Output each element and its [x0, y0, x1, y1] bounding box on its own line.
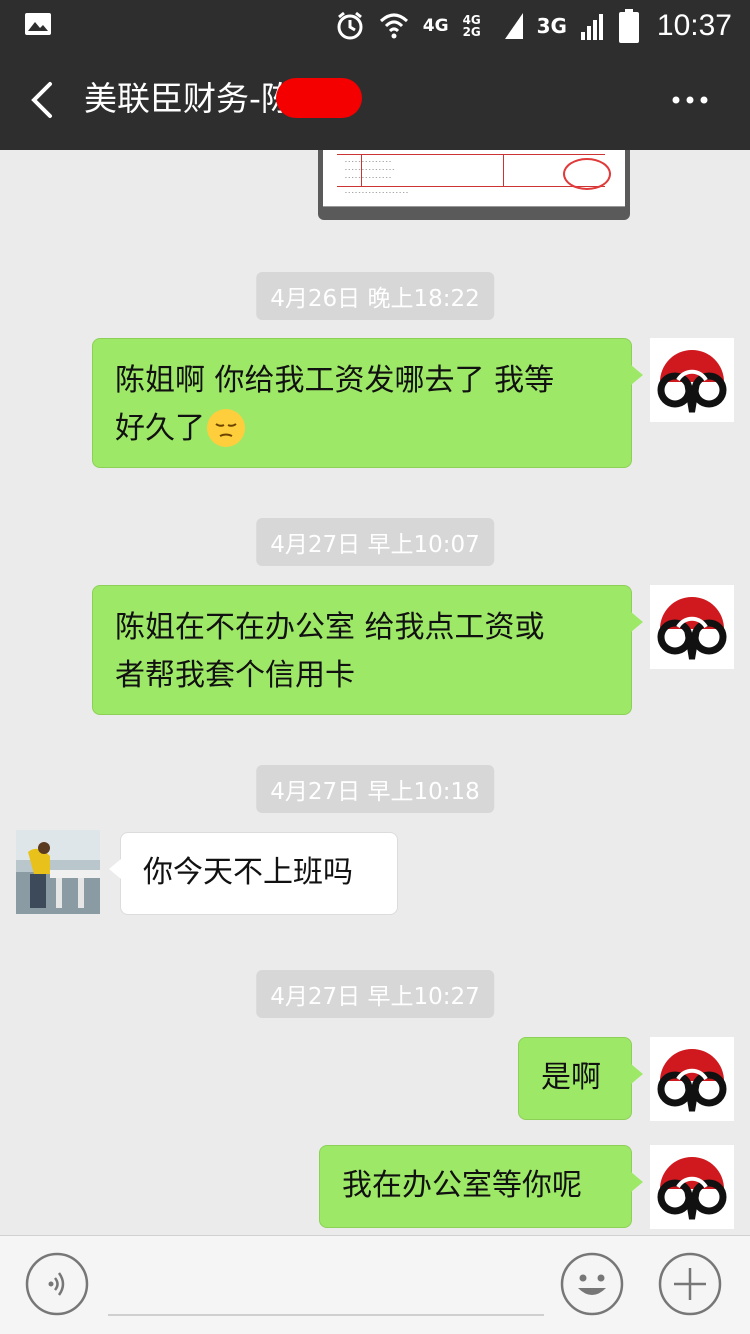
timestamp: 4月27日 早上10:27	[256, 970, 494, 1018]
status-bar: 4G 4G 2G 3G 10:37	[0, 0, 750, 50]
battery-icon	[618, 9, 639, 43]
invoice-stamp	[563, 158, 611, 190]
chat-title: 美联臣财务-陈	[84, 79, 294, 118]
signal-icon	[504, 13, 523, 39]
alarm-icon	[337, 11, 363, 40]
contact-photo	[16, 830, 100, 914]
avatar[interactable]	[650, 585, 734, 669]
message-list[interactable]: - - - - - - - - - - - - - - - - - - - - …	[0, 150, 750, 1235]
outgoing-message[interactable]: 陈姐在不在办公室 给我点工资或 者帮我套个信用卡	[92, 585, 643, 715]
pensive-face-icon	[207, 408, 245, 447]
timestamp: 4月27日 早上10:07	[256, 518, 494, 566]
avatar[interactable]	[650, 1145, 734, 1229]
more-icon[interactable]	[670, 90, 710, 110]
message-input[interactable]	[108, 1314, 544, 1316]
message-line: 好久了	[115, 411, 205, 446]
image-message[interactable]: - - - - - - - - - - - - - - - - - - - - …	[318, 150, 630, 220]
company-logo-icon	[657, 1049, 727, 1112]
message-line-with-emoji: 好久了	[115, 405, 609, 453]
voice-input-icon[interactable]	[25, 1252, 89, 1316]
message-line: 陈姐在不在办公室 给我点工资或	[115, 610, 545, 645]
company-logo-icon	[657, 1157, 727, 1220]
outgoing-message[interactable]: 陈姐啊 你给我工资发哪去了 我等 好久了	[92, 338, 643, 468]
gallery-notification-icon	[25, 13, 51, 35]
wifi-icon	[379, 13, 408, 39]
message-line: 者帮我套个信用卡	[115, 658, 355, 693]
network-type-2: 4G 2G	[462, 13, 481, 39]
invoice-image: - - - - - - - - - - - - - - - - - - - - …	[323, 150, 625, 207]
company-logo-icon	[657, 350, 727, 413]
chat-header: 美联臣财务-陈	[0, 50, 750, 150]
emoji-icon[interactable]	[560, 1252, 624, 1316]
incoming-message[interactable]: 你今天不上班吗	[109, 832, 398, 915]
message-line: 陈姐啊 你给我工资发哪去了 我等	[115, 363, 555, 398]
network-type-1: 4G	[422, 16, 449, 36]
input-bar	[0, 1235, 750, 1334]
avatar[interactable]	[16, 830, 100, 914]
plus-icon[interactable]	[658, 1252, 722, 1316]
avatar[interactable]	[650, 1037, 734, 1121]
timestamp: 4月26日 晚上18:22	[256, 272, 494, 320]
avatar[interactable]	[650, 338, 734, 422]
timestamp: 4月27日 早上10:18	[256, 765, 494, 813]
message-line: 你今天不上班吗	[143, 855, 353, 890]
network-type-3: 3G	[536, 14, 567, 38]
chat-title-row: 美联臣财务-陈	[84, 76, 362, 122]
message-line: 是啊	[541, 1060, 601, 1095]
outgoing-message[interactable]: 我在办公室等你呢	[319, 1145, 643, 1228]
company-logo-icon	[657, 597, 727, 660]
redaction-mark	[275, 77, 362, 118]
signal-icon-2	[580, 14, 603, 40]
outgoing-message[interactable]: 是啊	[518, 1037, 643, 1120]
message-line: 我在办公室等你呢	[342, 1168, 582, 1203]
chevron-left-icon[interactable]	[22, 78, 62, 122]
clock: 10:37	[656, 9, 732, 42]
